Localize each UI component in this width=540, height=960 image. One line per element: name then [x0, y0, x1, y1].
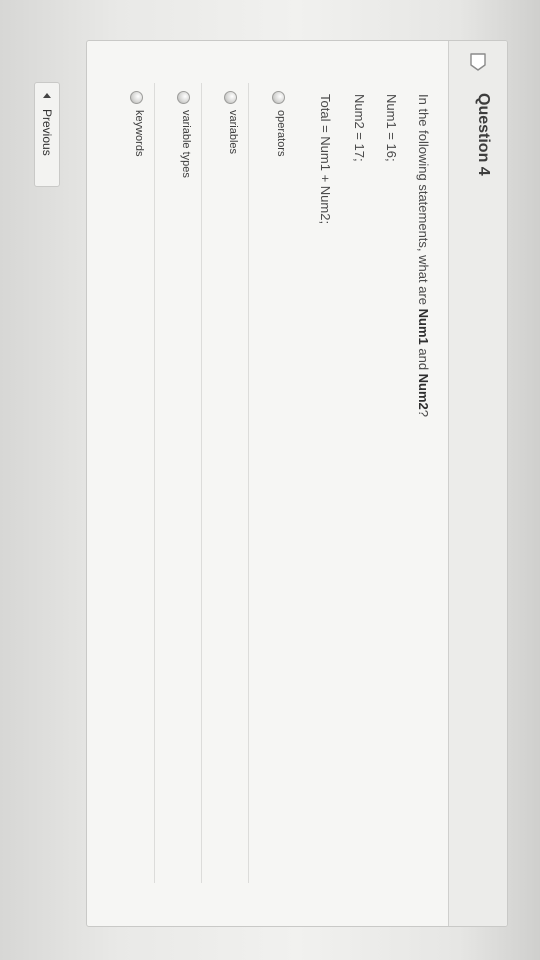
bookmark-icon[interactable] [470, 53, 486, 71]
previous-button[interactable]: Previous [34, 82, 60, 187]
prompt-text-end: ? [416, 409, 431, 418]
radio-button[interactable] [224, 91, 237, 104]
code-line-total: Total = Num1 + Num2; [318, 94, 333, 225]
previous-label: Previous [40, 109, 54, 156]
answer-option[interactable]: operators [249, 83, 296, 883]
answer-option[interactable]: keywords [108, 83, 155, 883]
answer-option[interactable]: variable types [155, 83, 202, 883]
prompt-text-start: In the following statements, what are [416, 94, 431, 309]
quiz-page: Question 4 In the following statements, … [0, 0, 540, 960]
answer-label[interactable]: keywords [133, 110, 145, 156]
answer-label[interactable]: variables [227, 110, 239, 154]
answer-list: operators variables variable types keywo… [108, 83, 296, 883]
prompt-num1: Num1 [416, 308, 431, 345]
radio-button[interactable] [130, 91, 143, 104]
radio-button[interactable] [272, 91, 285, 104]
code-line-num2: Num2 = 17; [352, 94, 367, 162]
answer-label[interactable]: variable types [180, 110, 192, 178]
question-title: Question 4 [475, 93, 492, 176]
question-prompt: In the following statements, what are Nu… [416, 94, 431, 417]
chevron-left-icon [43, 93, 51, 98]
answer-option[interactable]: variables [202, 83, 249, 883]
code-line-num1: Num1 = 16; [384, 94, 399, 162]
question-body: In the following statements, what are Nu… [88, 41, 448, 926]
question-header: Question 4 [448, 41, 507, 926]
answer-label[interactable]: operators [275, 110, 287, 156]
prompt-num2: Num2 [416, 373, 431, 410]
radio-button[interactable] [177, 91, 190, 104]
prompt-text-mid: and [416, 344, 431, 374]
question-card: Question 4 In the following statements, … [86, 40, 508, 927]
